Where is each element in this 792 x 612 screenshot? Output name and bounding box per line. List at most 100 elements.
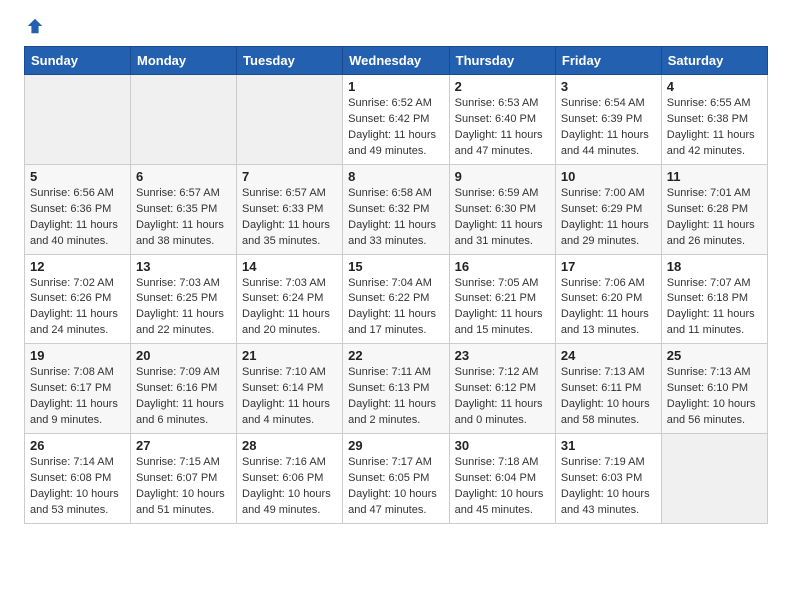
weekday-header-monday: Monday (131, 47, 237, 75)
logo-icon (26, 17, 44, 35)
day-info: Sunrise: 7:17 AM Sunset: 6:05 PM Dayligh… (348, 455, 444, 519)
day-info: Sunrise: 6:52 AM Sunset: 6:42 PM Dayligh… (348, 96, 444, 160)
day-info: Sunrise: 7:12 AM Sunset: 6:12 PM Dayligh… (455, 365, 550, 429)
calendar-cell (237, 75, 343, 165)
day-number: 4 (667, 79, 762, 94)
day-number: 24 (561, 348, 656, 363)
day-info: Sunrise: 7:16 AM Sunset: 6:06 PM Dayligh… (242, 455, 337, 519)
day-info: Sunrise: 7:13 AM Sunset: 6:11 PM Dayligh… (561, 365, 656, 429)
day-number: 21 (242, 348, 337, 363)
calendar-cell (25, 75, 131, 165)
day-number: 14 (242, 259, 337, 274)
day-info: Sunrise: 7:13 AM Sunset: 6:10 PM Dayligh… (667, 365, 762, 429)
day-number: 31 (561, 438, 656, 453)
calendar-cell: 30 Sunrise: 7:18 AM Sunset: 6:04 PM Dayli… (449, 434, 555, 524)
calendar-header-row: SundayMondayTuesdayWednesdayThursdayFrid… (25, 47, 768, 75)
calendar-week-row: 12 Sunrise: 7:02 AM Sunset: 6:26 PM Dayli… (25, 254, 768, 344)
weekday-header-thursday: Thursday (449, 47, 555, 75)
weekday-header-wednesday: Wednesday (343, 47, 450, 75)
day-info: Sunrise: 7:05 AM Sunset: 6:21 PM Dayligh… (455, 276, 550, 340)
day-info: Sunrise: 7:15 AM Sunset: 6:07 PM Dayligh… (136, 455, 231, 519)
logo (24, 20, 44, 40)
day-number: 28 (242, 438, 337, 453)
calendar-cell: 15Sunrise: 7:04 AM Sunset: 6:22 PM Dayli… (343, 254, 450, 344)
calendar-cell: 25 Sunrise: 7:13 AM Sunset: 6:10 PM Dayli… (661, 344, 767, 434)
calendar-cell: 2 Sunrise: 6:53 AM Sunset: 6:40 PM Daylig… (449, 75, 555, 165)
calendar-cell: 1 Sunrise: 6:52 AM Sunset: 6:42 PM Daylig… (343, 75, 450, 165)
day-info: Sunrise: 7:11 AM Sunset: 6:13 PM Dayligh… (348, 365, 444, 429)
weekday-header-sunday: Sunday (25, 47, 131, 75)
day-number: 3 (561, 79, 656, 94)
day-number: 2 (455, 79, 550, 94)
day-info: Sunrise: 7:07 AM Sunset: 6:18 PM Dayligh… (667, 276, 762, 340)
day-number: 12 (30, 259, 125, 274)
day-info: Sunrise: 7:14 AM Sunset: 6:08 PM Dayligh… (30, 455, 125, 519)
day-info: Sunrise: 7:00 AM Sunset: 6:29 PM Dayligh… (561, 186, 656, 250)
calendar-table: SundayMondayTuesdayWednesdayThursdayFrid… (24, 46, 768, 524)
day-number: 17 (561, 259, 656, 274)
day-info: Sunrise: 7:03 AM Sunset: 6:25 PM Dayligh… (136, 276, 231, 340)
day-number: 8 (348, 169, 444, 184)
day-number: 25 (667, 348, 762, 363)
day-info: Sunrise: 6:57 AM Sunset: 6:35 PM Dayligh… (136, 186, 231, 250)
day-info: Sunrise: 6:59 AM Sunset: 6:30 PM Dayligh… (455, 186, 550, 250)
calendar-cell: 18 Sunrise: 7:07 AM Sunset: 6:18 PM Dayli… (661, 254, 767, 344)
day-info: Sunrise: 6:57 AM Sunset: 6:33 PM Dayligh… (242, 186, 337, 250)
calendar-cell: 16 Sunrise: 7:05 AM Sunset: 6:21 PM Dayli… (449, 254, 555, 344)
calendar-cell: 9Sunrise: 6:59 AM Sunset: 6:30 PM Daylig… (449, 164, 555, 254)
calendar-cell: 12 Sunrise: 7:02 AM Sunset: 6:26 PM Dayli… (25, 254, 131, 344)
calendar-week-row: 1 Sunrise: 6:52 AM Sunset: 6:42 PM Daylig… (25, 75, 768, 165)
day-info: Sunrise: 7:01 AM Sunset: 6:28 PM Dayligh… (667, 186, 762, 250)
day-number: 23 (455, 348, 550, 363)
calendar-cell: 4 Sunrise: 6:55 AM Sunset: 6:38 PM Daylig… (661, 75, 767, 165)
calendar-cell: 21 Sunrise: 7:10 AM Sunset: 6:14 PM Dayli… (237, 344, 343, 434)
day-number: 26 (30, 438, 125, 453)
weekday-header-saturday: Saturday (661, 47, 767, 75)
calendar-cell: 28 Sunrise: 7:16 AM Sunset: 6:06 PM Dayli… (237, 434, 343, 524)
day-info: Sunrise: 7:10 AM Sunset: 6:14 PM Dayligh… (242, 365, 337, 429)
page-header (24, 20, 768, 40)
day-number: 1 (348, 79, 444, 94)
calendar-cell: 13 Sunrise: 7:03 AM Sunset: 6:25 PM Dayli… (131, 254, 237, 344)
day-info: Sunrise: 7:02 AM Sunset: 6:26 PM Dayligh… (30, 276, 125, 340)
calendar-cell: 20 Sunrise: 7:09 AM Sunset: 6:16 PM Dayli… (131, 344, 237, 434)
day-number: 10 (561, 169, 656, 184)
calendar-week-row: 19Sunrise: 7:08 AM Sunset: 6:17 PM Dayli… (25, 344, 768, 434)
day-number: 6 (136, 169, 231, 184)
day-info: Sunrise: 7:18 AM Sunset: 6:04 PM Dayligh… (455, 455, 550, 519)
calendar-cell (661, 434, 767, 524)
day-info: Sunrise: 7:19 AM Sunset: 6:03 PM Dayligh… (561, 455, 656, 519)
calendar-cell: 11 Sunrise: 7:01 AM Sunset: 6:28 PM Dayli… (661, 164, 767, 254)
weekday-header-friday: Friday (555, 47, 661, 75)
calendar-cell: 23 Sunrise: 7:12 AM Sunset: 6:12 PM Dayli… (449, 344, 555, 434)
day-number: 20 (136, 348, 231, 363)
day-number: 13 (136, 259, 231, 274)
calendar-week-row: 5Sunrise: 6:56 AM Sunset: 6:36 PM Daylig… (25, 164, 768, 254)
calendar-cell: 19Sunrise: 7:08 AM Sunset: 6:17 PM Dayli… (25, 344, 131, 434)
calendar-cell: 7Sunrise: 6:57 AM Sunset: 6:33 PM Daylig… (237, 164, 343, 254)
weekday-header-tuesday: Tuesday (237, 47, 343, 75)
calendar-cell: 22Sunrise: 7:11 AM Sunset: 6:13 PM Dayli… (343, 344, 450, 434)
day-number: 29 (348, 438, 444, 453)
calendar-cell: 29 Sunrise: 7:17 AM Sunset: 6:05 PM Dayli… (343, 434, 450, 524)
day-info: Sunrise: 6:55 AM Sunset: 6:38 PM Dayligh… (667, 96, 762, 160)
day-number: 30 (455, 438, 550, 453)
day-number: 18 (667, 259, 762, 274)
day-number: 11 (667, 169, 762, 184)
calendar-cell: 5Sunrise: 6:56 AM Sunset: 6:36 PM Daylig… (25, 164, 131, 254)
calendar-cell: 14Sunrise: 7:03 AM Sunset: 6:24 PM Dayli… (237, 254, 343, 344)
calendar-cell (131, 75, 237, 165)
day-info: Sunrise: 7:08 AM Sunset: 6:17 PM Dayligh… (30, 365, 125, 429)
calendar-cell: 3 Sunrise: 6:54 AM Sunset: 6:39 PM Daylig… (555, 75, 661, 165)
day-number: 15 (348, 259, 444, 274)
calendar-cell: 31 Sunrise: 7:19 AM Sunset: 6:03 PM Dayli… (555, 434, 661, 524)
day-info: Sunrise: 7:09 AM Sunset: 6:16 PM Dayligh… (136, 365, 231, 429)
day-number: 16 (455, 259, 550, 274)
day-info: Sunrise: 6:58 AM Sunset: 6:32 PM Dayligh… (348, 186, 444, 250)
calendar-week-row: 26 Sunrise: 7:14 AM Sunset: 6:08 PM Dayli… (25, 434, 768, 524)
day-info: Sunrise: 6:53 AM Sunset: 6:40 PM Dayligh… (455, 96, 550, 160)
calendar-cell: 27Sunrise: 7:15 AM Sunset: 6:07 PM Dayli… (131, 434, 237, 524)
day-number: 5 (30, 169, 125, 184)
day-info: Sunrise: 6:54 AM Sunset: 6:39 PM Dayligh… (561, 96, 656, 160)
calendar-cell: 24 Sunrise: 7:13 AM Sunset: 6:11 PM Dayli… (555, 344, 661, 434)
